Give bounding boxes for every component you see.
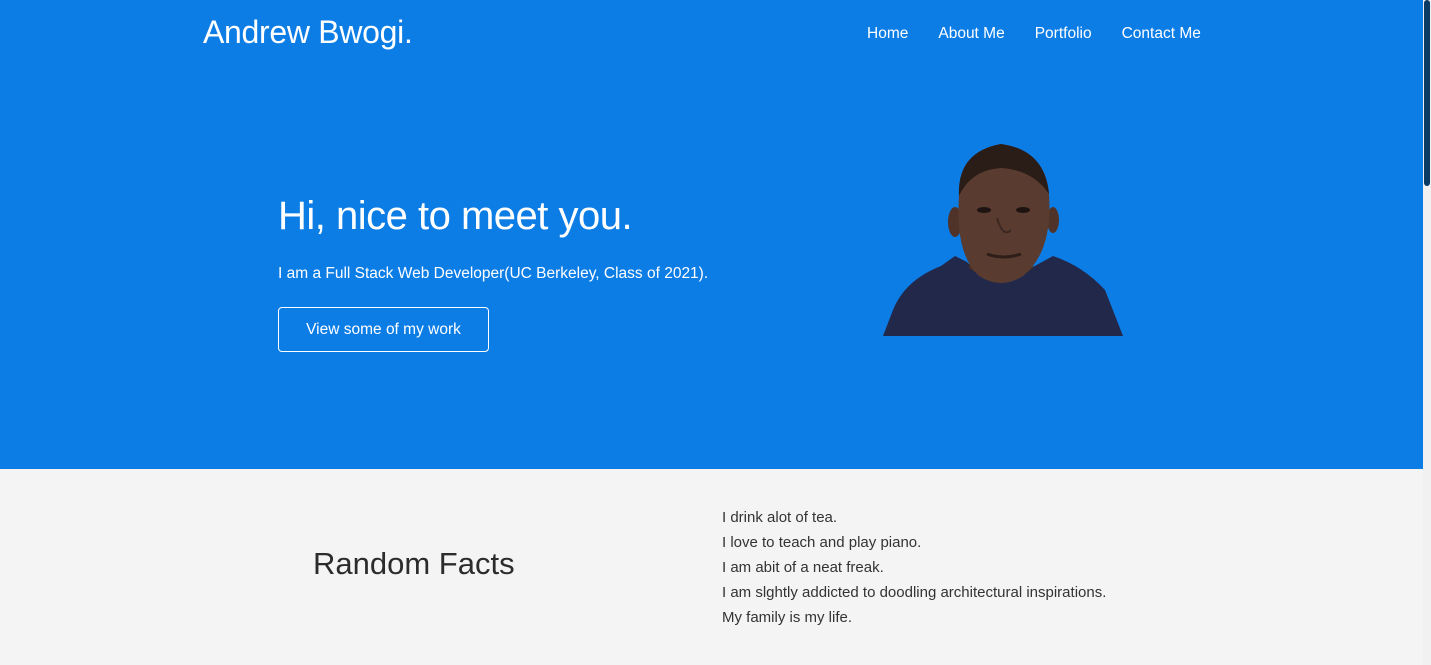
main-nav: Home About Me Portfolio Contact Me [867,25,1231,43]
brand-logo[interactable]: Andrew Bwogi. [203,14,413,51]
nav-contact-me[interactable]: Contact Me [1122,25,1201,43]
nav-home[interactable]: Home [867,25,908,43]
facts-title: Random Facts [313,546,515,581]
nav-portfolio[interactable]: Portfolio [1035,25,1092,43]
nav-about-me[interactable]: About Me [938,25,1004,43]
fact-item: I love to teach and play piano. [722,534,922,551]
fact-item: I am abit of a neat freak. [722,559,884,576]
fact-item: I am slghtly addicted to doodling archit… [722,584,1107,601]
hero-section: Andrew Bwogi. Home About Me Portfolio Co… [0,0,1423,469]
facts-list: I drink alot of tea. I love to teach and… [722,505,1106,630]
profile-photo [883,144,1123,336]
scrollbar-thumb[interactable] [1424,0,1430,186]
fact-item: I drink alot of tea. [722,509,838,526]
hero-greeting: Hi, nice to meet you. [278,194,633,238]
vertical-scrollbar[interactable] [1423,0,1431,665]
hero-tagline: I am a Full Stack Web Developer(UC Berke… [278,265,709,282]
view-work-button[interactable]: View some of my work [278,307,489,352]
random-facts-section: Random Facts I drink alot of tea. I love… [0,469,1423,665]
fact-item: My family is my life. [722,609,853,626]
